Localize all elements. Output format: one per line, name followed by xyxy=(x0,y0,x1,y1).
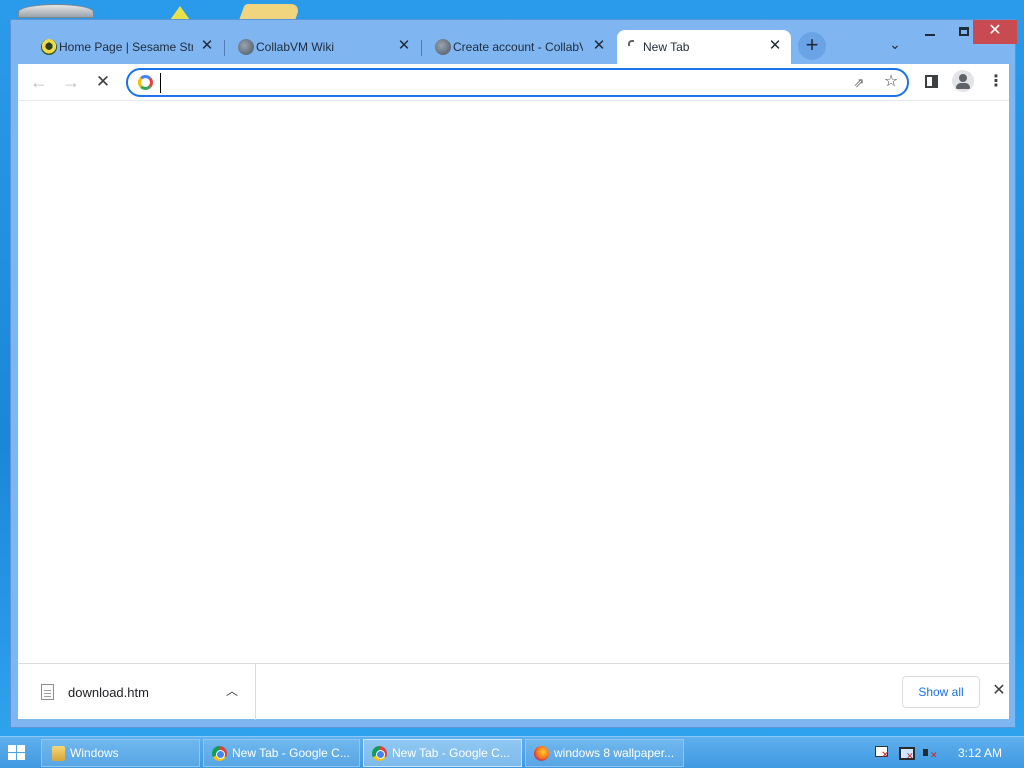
chrome-window: Home Page | Sesame Street ✕ CollabVM Wik… xyxy=(10,19,1017,728)
download-file-name: download.htm xyxy=(68,685,149,700)
desktop-folder-icon[interactable] xyxy=(239,4,301,20)
taskbar-label: Windows xyxy=(70,746,119,760)
action-center-flag-icon[interactable] xyxy=(874,746,890,761)
chevron-up-icon[interactable]: ︿ xyxy=(223,682,241,700)
clock[interactable]: 3:12 AM xyxy=(958,746,1002,760)
tab-title: Create account - CollabVM xyxy=(453,40,583,54)
close-icon[interactable]: ✕ xyxy=(396,38,412,54)
tab-new-tab[interactable]: New Tab ✕ xyxy=(617,30,791,64)
tab-title: Home Page | Sesame Street xyxy=(59,40,193,54)
desktop-shortcut-icon[interactable] xyxy=(170,6,190,20)
globe-icon xyxy=(435,39,451,55)
taskbar-label: New Tab - Google C... xyxy=(232,746,350,760)
taskbar-label: New Tab - Google C... xyxy=(392,746,510,760)
windows-start-icon[interactable] xyxy=(8,745,26,761)
taskbar-button-windows[interactable]: Windows xyxy=(41,739,200,767)
more-menu-icon[interactable]: ⋮ xyxy=(988,71,1004,93)
show-all-button[interactable]: Show all xyxy=(902,676,980,708)
page-content xyxy=(18,100,1009,663)
close-icon[interactable]: ✕ xyxy=(767,38,783,54)
tab-title: CollabVM Wiki xyxy=(256,40,335,54)
tab-separator xyxy=(224,40,225,56)
minimize-icon xyxy=(925,34,935,36)
google-icon xyxy=(138,75,153,90)
address-input[interactable] xyxy=(160,73,840,93)
profile-avatar-icon[interactable] xyxy=(952,70,974,92)
omnibox[interactable]: ⇗ ☆ xyxy=(126,68,909,97)
download-item[interactable]: download.htm ︿ xyxy=(18,664,256,720)
stop-loading-icon[interactable]: ✕ xyxy=(90,69,116,95)
download-shelf: download.htm ︿ Show all ✕ xyxy=(18,663,1010,720)
folder-icon xyxy=(52,746,65,761)
tab-create-account[interactable]: Create account - CollabVM ✕ xyxy=(427,30,615,64)
taskbar-button-firefox[interactable]: windows 8 wallpaper... xyxy=(525,739,684,767)
new-tab-button[interactable]: + xyxy=(798,32,826,60)
recycle-bin-icon[interactable] xyxy=(18,4,94,18)
firefox-icon xyxy=(534,746,549,761)
tab-sesame-street[interactable]: Home Page | Sesame Street ✕ xyxy=(33,30,223,64)
sesame-street-icon xyxy=(41,39,57,55)
file-icon xyxy=(41,684,54,700)
taskbar-button-chrome-1[interactable]: New Tab - Google C... xyxy=(203,739,360,767)
maximize-icon xyxy=(959,27,969,36)
forward-arrow-icon[interactable]: → xyxy=(58,69,84,95)
close-icon[interactable]: ✕ xyxy=(591,38,607,54)
volume-muted-icon[interactable] xyxy=(922,746,938,761)
chrome-icon xyxy=(372,746,387,761)
tab-strip: Home Page | Sesame Street ✕ CollabVM Wik… xyxy=(11,20,1017,64)
bookmark-star-icon[interactable]: ☆ xyxy=(882,73,900,91)
toolbar: ← → ✕ ⇗ ☆ ⋮ xyxy=(18,64,1009,100)
chevron-down-icon[interactable]: ⌄ xyxy=(885,34,905,54)
tab-title: New Tab xyxy=(643,40,690,54)
side-panel-button[interactable] xyxy=(921,72,941,92)
globe-icon xyxy=(238,39,254,55)
close-icon[interactable]: ✕ xyxy=(988,680,1010,702)
tab-collabvm-wiki[interactable]: CollabVM Wiki ✕ xyxy=(230,30,420,64)
close-icon[interactable]: ✕ xyxy=(199,38,215,54)
close-window-button[interactable]: ✕ xyxy=(973,20,1017,44)
taskbar-label: windows 8 wallpaper... xyxy=(554,746,675,760)
tab-separator xyxy=(421,40,422,56)
taskbar-button-chrome-2[interactable]: New Tab - Google C... xyxy=(363,739,522,767)
taskbar: Windows New Tab - Google C... New Tab - … xyxy=(0,736,1024,768)
side-panel-icon xyxy=(925,75,938,88)
network-icon[interactable] xyxy=(898,746,915,762)
chrome-icon xyxy=(212,746,227,761)
back-arrow-icon[interactable]: ← xyxy=(26,69,52,95)
minimize-button[interactable] xyxy=(913,20,947,44)
share-icon[interactable]: ⇗ xyxy=(850,74,868,92)
loading-icon xyxy=(625,39,641,55)
